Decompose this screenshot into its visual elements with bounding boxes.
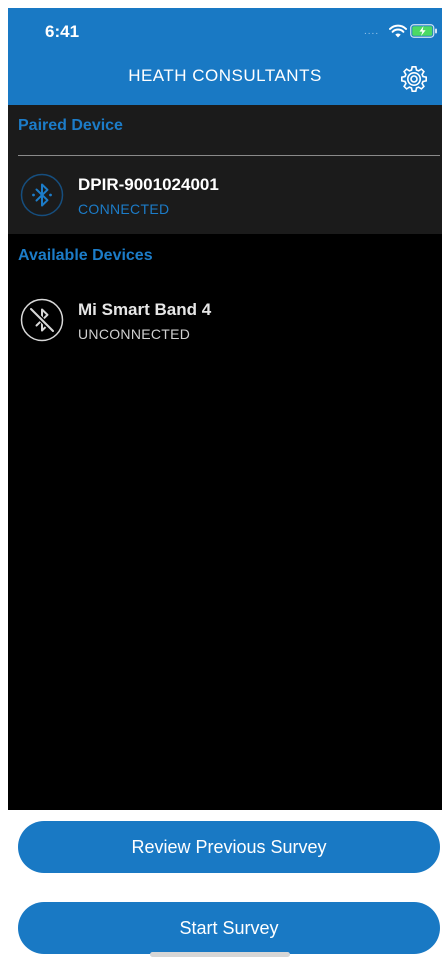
- device-status: UNCONNECTED: [78, 326, 191, 342]
- device-row-paired[interactable]: DPIR-9001024001 CONNECTED: [8, 167, 442, 229]
- section-divider: [18, 155, 440, 156]
- app-screen: 6:41 .... HEATH CONSULTANTS Paired Devic…: [0, 0, 444, 961]
- review-previous-survey-button[interactable]: Review Previous Survey: [18, 821, 440, 873]
- device-name: Mi Smart Band 4: [78, 300, 212, 319]
- home-indicator[interactable]: [150, 952, 290, 957]
- signal-icon: ....: [364, 26, 380, 37]
- device-name: DPIR-9001024001: [78, 175, 219, 194]
- device-list-area: Paired Device DPIR-9001024001 CONNECTED …: [8, 105, 442, 810]
- wifi-icon: [389, 24, 407, 38]
- bluetooth-icon: [20, 173, 64, 217]
- device-row-available[interactable]: Mi Smart Band 4 UNCONNECTED: [8, 292, 442, 354]
- status-bar: 6:41 ....: [8, 8, 442, 52]
- status-time: 6:41: [45, 22, 80, 41]
- device-status: CONNECTED: [78, 201, 170, 217]
- paired-device-heading: Paired Device: [18, 117, 123, 134]
- bluetooth-disabled-icon: [20, 298, 64, 342]
- available-devices-heading: Available Devices: [18, 247, 153, 264]
- gear-icon[interactable]: [401, 66, 427, 92]
- paired-device-section: Paired Device DPIR-9001024001 CONNECTED: [8, 105, 442, 234]
- battery-charging-icon: [410, 24, 437, 38]
- page-title: HEATH CONSULTANTS: [128, 66, 322, 85]
- app-header: 6:41 .... HEATH CONSULTANTS: [8, 8, 442, 105]
- start-survey-button[interactable]: Start Survey: [18, 902, 440, 954]
